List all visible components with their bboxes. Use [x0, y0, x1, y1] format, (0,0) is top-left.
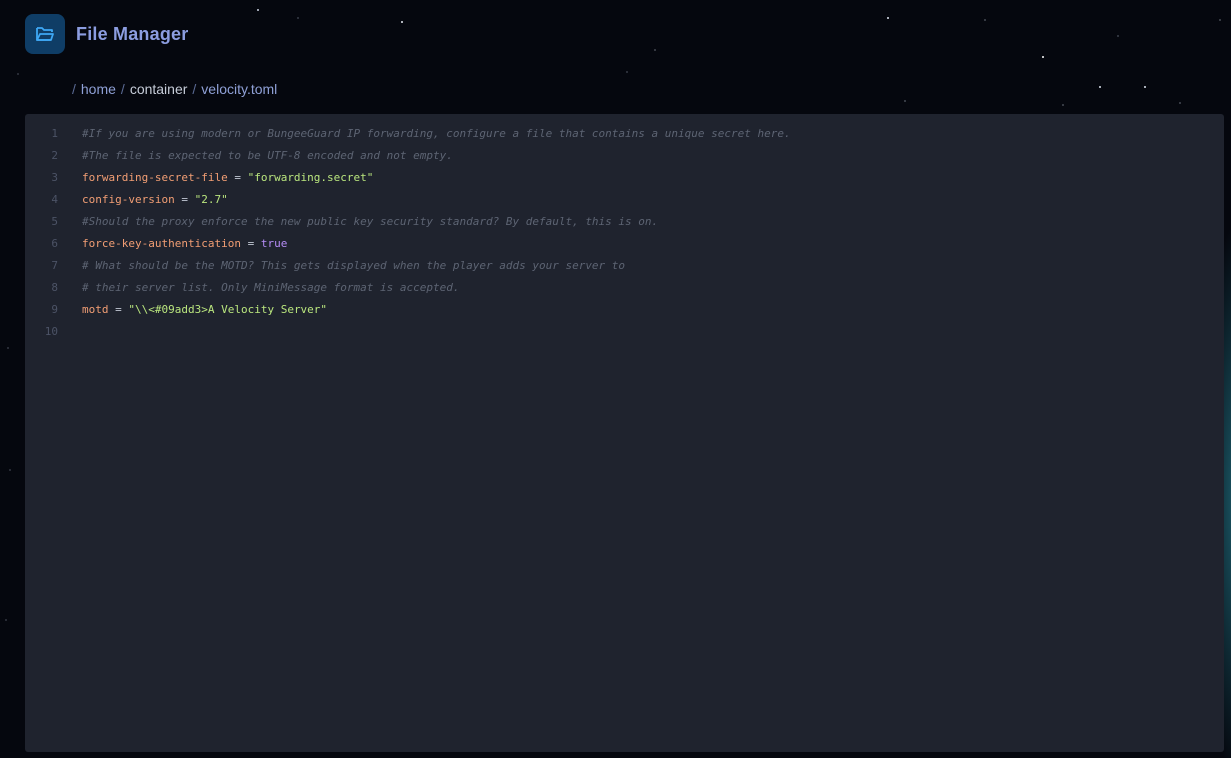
config-key: forwarding-secret-file: [82, 170, 228, 184]
breadcrumb-current-file: velocity.toml: [201, 81, 278, 97]
code-line: 5 #Should the proxy enforce the new publ…: [25, 210, 1224, 232]
code-content[interactable]: config-version = "2.7": [58, 193, 228, 206]
code-editor[interactable]: 1 #If you are using modern or BungeeGuar…: [25, 114, 1224, 752]
line-number: 10: [44, 324, 58, 338]
code-comment[interactable]: # What should be the MOTD? This gets dis…: [58, 259, 625, 272]
line-number: 6: [51, 236, 58, 250]
code-line: 9 motd = "\\<#09add3>A Velocity Server": [25, 298, 1224, 320]
code-line: 3 forwarding-secret-file = "forwarding.s…: [25, 166, 1224, 188]
line-number: 1: [51, 126, 58, 140]
equals-operator: =: [234, 170, 241, 184]
boolean-value: true: [260, 236, 288, 250]
line-number: 7: [51, 258, 58, 272]
code-line: 1 #If you are using modern or BungeeGuar…: [25, 122, 1224, 144]
breadcrumb-separator: /: [192, 81, 197, 97]
code-line: 7 # What should be the MOTD? This gets d…: [25, 254, 1224, 276]
equals-operator: =: [181, 192, 188, 206]
string-value: "forwarding.secret": [247, 170, 374, 184]
equals-operator: =: [115, 302, 122, 316]
code-line: 2 #The file is expected to be UTF-8 enco…: [25, 144, 1224, 166]
line-number: 2: [51, 148, 58, 162]
code-line: 6 force-key-authentication = true: [25, 232, 1224, 254]
code-content[interactable]: force-key-authentication = true: [58, 237, 287, 250]
code-line: 10: [25, 320, 1224, 342]
page-header: File Manager: [25, 14, 188, 54]
line-number: 3: [51, 170, 58, 184]
config-key: motd: [82, 302, 109, 316]
string-value: "2.7": [194, 192, 228, 206]
code-content[interactable]: forwarding-secret-file = "forwarding.sec…: [58, 171, 373, 184]
config-key: force-key-authentication: [82, 236, 241, 250]
code-line: 8 # their server list. Only MiniMessage …: [25, 276, 1224, 298]
breadcrumb-separator: /: [72, 81, 76, 97]
code-content[interactable]: motd = "\\<#09add3>A Velocity Server": [58, 303, 327, 316]
code-comment[interactable]: #If you are using modern or BungeeGuard …: [58, 127, 791, 140]
folder-open-icon: [25, 14, 65, 54]
code-comment[interactable]: # their server list. Only MiniMessage fo…: [58, 281, 460, 294]
breadcrumb-container[interactable]: container: [130, 81, 188, 97]
line-number: 4: [51, 192, 58, 206]
breadcrumb-home[interactable]: home: [81, 81, 116, 97]
breadcrumb: / home / container / velocity.toml: [72, 80, 277, 98]
string-value: "\\<#09add3>A Velocity Server": [128, 302, 328, 316]
line-number: 5: [51, 214, 58, 228]
equals-operator: =: [247, 236, 255, 250]
breadcrumb-separator: /: [120, 81, 125, 97]
code-comment[interactable]: #The file is expected to be UTF-8 encode…: [58, 149, 453, 162]
line-number: 9: [51, 302, 58, 316]
page-title: File Manager: [76, 23, 189, 44]
line-number: 8: [51, 280, 58, 294]
config-key: config-version: [82, 192, 175, 206]
code-comment[interactable]: #Should the proxy enforce the new public…: [58, 215, 658, 228]
code-line: 4 config-version = "2.7": [25, 188, 1224, 210]
